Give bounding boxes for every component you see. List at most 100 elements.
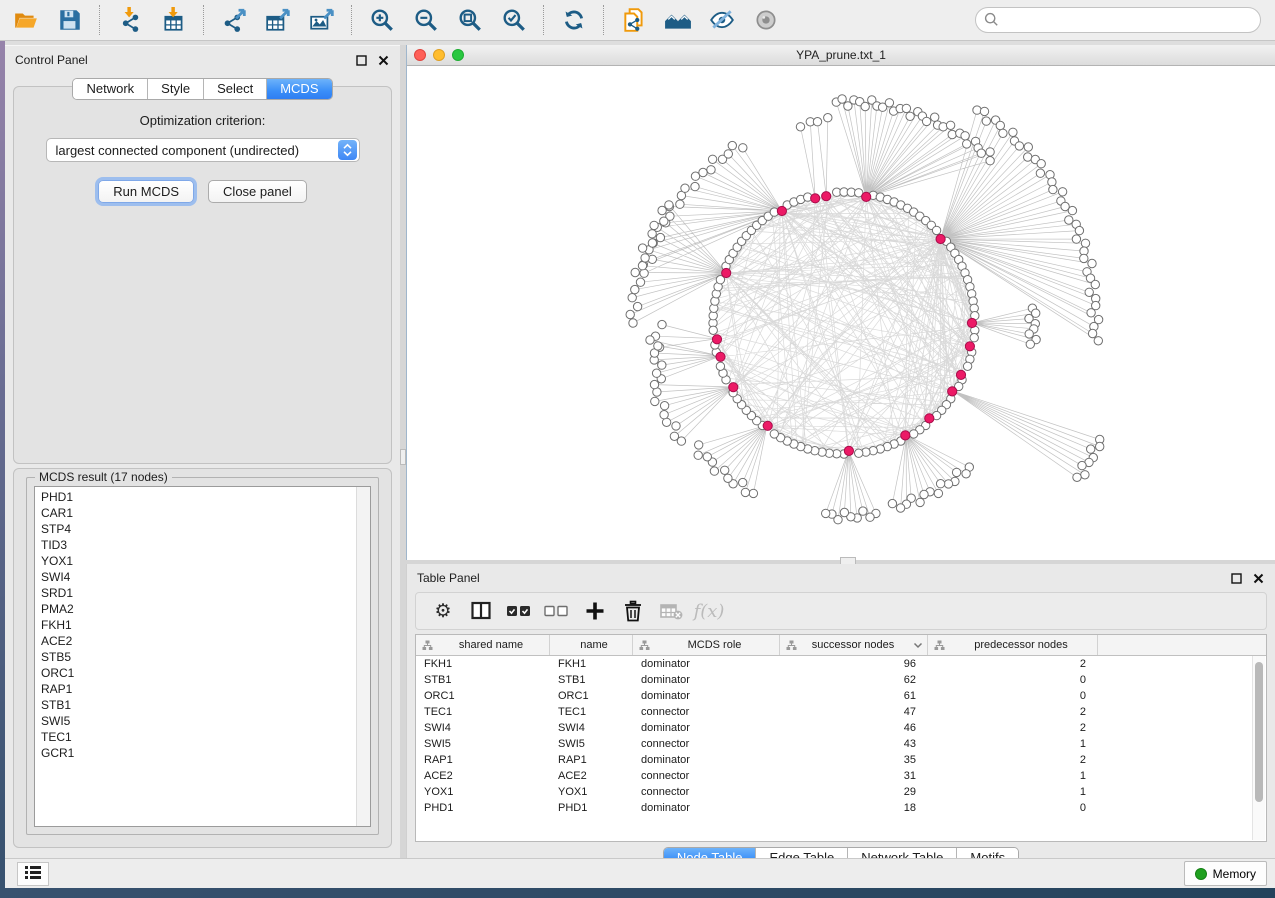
graph-node[interactable] — [1036, 169, 1044, 177]
graph-node[interactable] — [920, 490, 928, 498]
graph-node[interactable] — [650, 380, 658, 388]
mcds-result-item[interactable]: ORC1 — [35, 665, 356, 681]
graph-node[interactable] — [640, 269, 648, 277]
graph-node[interactable] — [631, 268, 639, 276]
graph-node[interactable] — [716, 362, 724, 370]
network-titlebar[interactable]: YPA_prune.txt_1 — [407, 45, 1275, 66]
graph-node[interactable] — [695, 441, 703, 449]
table-row[interactable]: YOX1YOX1connector291 — [416, 784, 1266, 800]
graph-node[interactable] — [629, 319, 637, 327]
float-table-panel-button[interactable] — [1229, 571, 1243, 585]
graph-node[interactable] — [1088, 259, 1096, 267]
graph-node[interactable] — [986, 157, 994, 165]
graph-node[interactable] — [770, 430, 778, 438]
delete-row-button[interactable] — [616, 596, 650, 626]
settings-button[interactable]: ⚙ — [426, 596, 460, 626]
graph-node-mcds[interactable] — [967, 318, 976, 327]
graph-node[interactable] — [982, 117, 990, 125]
graph-node[interactable] — [1080, 254, 1088, 262]
zoom-fit-button[interactable] — [448, 2, 492, 38]
zoom-out-button[interactable] — [404, 2, 448, 38]
close-table-panel-button[interactable] — [1251, 571, 1265, 585]
graph-node[interactable] — [931, 113, 939, 121]
graph-node[interactable] — [670, 432, 678, 440]
show-all-button[interactable] — [744, 2, 788, 38]
memory-button[interactable]: Memory — [1184, 861, 1267, 886]
graph-node[interactable] — [710, 467, 718, 475]
graph-node[interactable] — [665, 201, 673, 209]
tab-style[interactable]: Style — [147, 79, 203, 99]
column-header-shared-name[interactable]: shared name — [416, 635, 550, 655]
export-network-button[interactable] — [212, 2, 256, 38]
graph-node[interactable] — [1081, 239, 1089, 247]
graph-node[interactable] — [660, 402, 668, 410]
graph-node[interactable] — [896, 504, 904, 512]
column-header-mcds-role[interactable]: MCDS role — [633, 635, 780, 655]
mcds-result-item[interactable]: SWI4 — [35, 569, 356, 585]
graph-node-mcds[interactable] — [811, 194, 820, 203]
hide-selected-button[interactable] — [700, 2, 744, 38]
close-panel-button-2[interactable]: Close panel — [208, 180, 307, 203]
graph-node[interactable] — [916, 498, 924, 506]
mcds-result-item[interactable]: SWI5 — [35, 713, 356, 729]
graph-node[interactable] — [728, 141, 736, 149]
graph-node-mcds[interactable] — [712, 335, 721, 344]
search-input[interactable] — [975, 7, 1261, 33]
graph-node[interactable] — [796, 123, 804, 131]
graph-node[interactable] — [838, 95, 846, 103]
graph-node[interactable] — [936, 480, 944, 488]
mcds-result-item[interactable]: TID3 — [35, 537, 356, 553]
graph-node-mcds[interactable] — [716, 352, 725, 361]
table-row[interactable]: STB1STB1dominator620 — [416, 672, 1266, 688]
graph-node[interactable] — [721, 466, 729, 474]
graph-node[interactable] — [946, 121, 954, 129]
mcds-result-item[interactable]: TEC1 — [35, 729, 356, 745]
graph-node[interactable] — [861, 102, 869, 110]
graph-node[interactable] — [906, 112, 914, 120]
graph-node[interactable] — [660, 217, 668, 225]
mcds-result-item[interactable]: YOX1 — [35, 553, 356, 569]
graph-node[interactable] — [641, 254, 649, 262]
graph-node[interactable] — [1085, 288, 1093, 296]
mcds-result-item[interactable]: GCR1 — [35, 745, 356, 761]
graph-node[interactable] — [840, 508, 848, 516]
clone-network-button[interactable] — [612, 2, 656, 38]
graph-node-mcds[interactable] — [763, 421, 772, 430]
graph-node[interactable] — [1078, 461, 1086, 469]
optimization-criterion-select[interactable]: largest connected component (undirected) — [46, 138, 360, 162]
graph-node[interactable] — [724, 474, 732, 482]
graph-node[interactable] — [963, 140, 971, 148]
graph-node[interactable] — [646, 336, 654, 344]
save-button[interactable] — [48, 2, 92, 38]
graph-node[interactable] — [648, 239, 656, 247]
table-row[interactable]: RAP1RAP1dominator352 — [416, 752, 1266, 768]
tab-select[interactable]: Select — [203, 79, 266, 99]
graph-node[interactable] — [948, 130, 956, 138]
mcds-result-item[interactable]: PHD1 — [35, 489, 356, 505]
graph-node[interactable] — [1037, 160, 1045, 168]
graph-node[interactable] — [822, 509, 830, 517]
graph-node[interactable] — [631, 285, 639, 293]
graph-node[interactable] — [1075, 226, 1083, 234]
graph-node[interactable] — [739, 478, 747, 486]
graph-node[interactable] — [970, 334, 978, 342]
graph-node[interactable] — [672, 422, 680, 430]
graph-node[interactable] — [1087, 309, 1095, 317]
table-row[interactable]: PHD1PHD1dominator180 — [416, 800, 1266, 816]
graph-node[interactable] — [999, 129, 1007, 137]
graph-node-mcds[interactable] — [948, 387, 957, 396]
graph-node[interactable] — [1096, 442, 1104, 450]
table-row[interactable]: ORC1ORC1dominator610 — [416, 688, 1266, 704]
graph-node[interactable] — [648, 230, 656, 238]
graph-node[interactable] — [1026, 340, 1034, 348]
mcds-result-item[interactable]: STB5 — [35, 649, 356, 665]
graph-node[interactable] — [824, 114, 832, 122]
table-scrollbar[interactable] — [1252, 656, 1265, 840]
graph-node[interactable] — [676, 200, 684, 208]
graph-node[interactable] — [1048, 178, 1056, 186]
graph-node[interactable] — [855, 449, 863, 457]
graph-node[interactable] — [902, 104, 910, 112]
graph-node[interactable] — [977, 149, 985, 157]
graph-node[interactable] — [1024, 143, 1032, 151]
graph-node[interactable] — [651, 397, 659, 405]
